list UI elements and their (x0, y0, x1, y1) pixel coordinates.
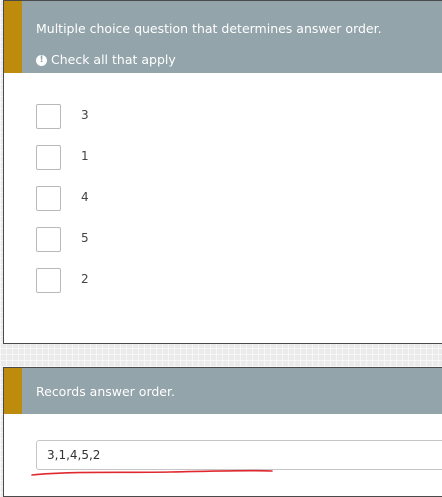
option-label: 4 (81, 190, 89, 204)
accent-bar (4, 368, 22, 414)
hint-text: Check all that apply (51, 52, 176, 67)
question-card-order: Multiple choice question that determines… (3, 0, 442, 344)
option-label: 2 (81, 272, 89, 286)
red-underline-annotation (31, 469, 273, 476)
question-header: Multiple choice question that determines… (4, 1, 442, 73)
option-checkbox[interactable] (36, 186, 61, 211)
question-title: Records answer order. (36, 384, 175, 399)
option-label: 3 (81, 108, 89, 122)
check-all-hint: ! Check all that apply (36, 52, 176, 68)
option-checkbox[interactable] (36, 268, 61, 293)
option-checkbox[interactable] (36, 145, 61, 170)
question-title: Multiple choice question that determines… (36, 21, 382, 36)
accent-bar (4, 1, 22, 73)
question-header: Records answer order. (4, 368, 442, 414)
info-circle-icon: ! (36, 54, 47, 66)
option-label: 5 (81, 231, 89, 245)
option-checkbox[interactable] (36, 104, 61, 129)
option-label: 1 (81, 149, 89, 163)
option-checkbox[interactable] (36, 227, 61, 252)
